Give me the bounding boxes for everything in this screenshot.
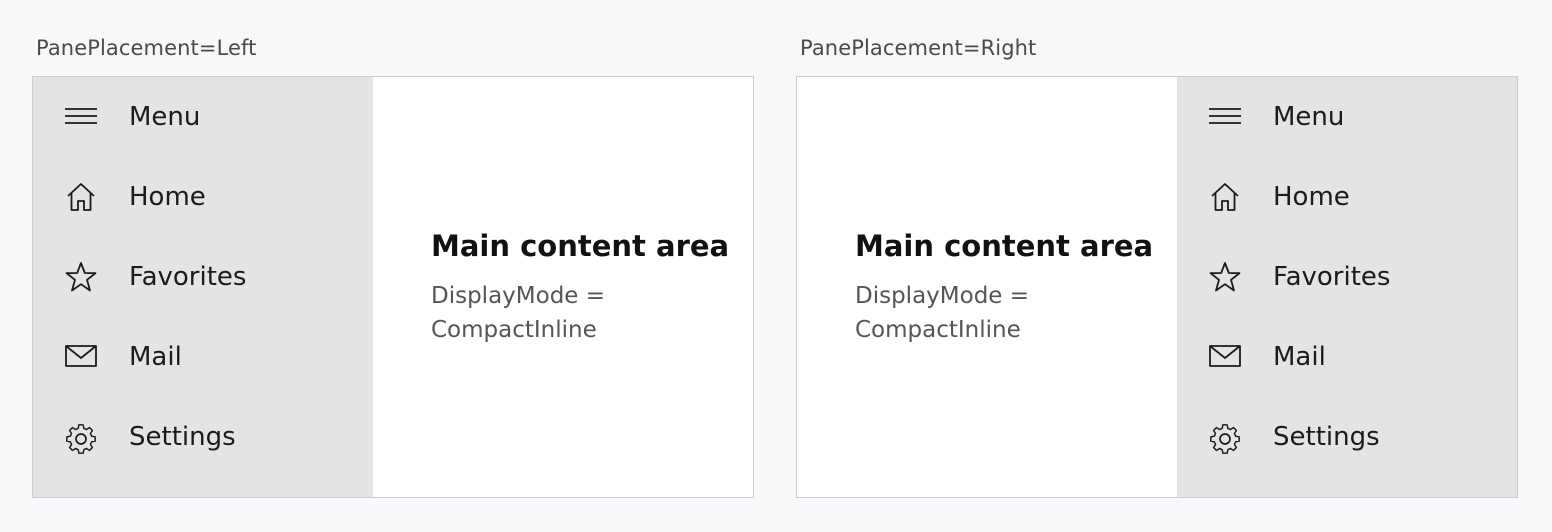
content-title: Main content area (431, 229, 730, 263)
nav-item-menu[interactable]: Menu (1177, 77, 1517, 157)
home-icon (1209, 181, 1241, 213)
mail-icon (65, 341, 97, 373)
gear-icon (65, 421, 97, 454)
navview-left: Menu Home Favorites Mail Settings Main c… (32, 76, 754, 498)
nav-item-mail[interactable]: Mail (33, 317, 373, 397)
hamburger-icon (65, 101, 97, 133)
nav-pane-left: Menu Home Favorites Mail Settings (33, 77, 373, 497)
nav-item-favorites[interactable]: Favorites (1177, 237, 1517, 317)
navview-right: Main content area DisplayMode = CompactI… (796, 76, 1518, 498)
nav-item-label: Home (1273, 182, 1350, 212)
nav-item-label: Menu (1273, 102, 1345, 132)
nav-item-mail[interactable]: Mail (1177, 317, 1517, 397)
star-icon (65, 261, 97, 293)
nav-item-settings[interactable]: Settings (33, 397, 373, 477)
star-icon (1209, 261, 1241, 293)
content-line-2: CompactInline (855, 317, 1021, 343)
nav-item-settings[interactable]: Settings (1177, 397, 1517, 477)
content-line-1: DisplayMode = (431, 283, 606, 309)
content-line-1: DisplayMode = (855, 283, 1030, 309)
nav-item-label: Settings (1273, 422, 1380, 452)
nav-item-label: Mail (129, 342, 182, 372)
caption-right: PanePlacement=Right (800, 36, 1037, 60)
nav-item-label: Menu (129, 102, 201, 132)
nav-item-home[interactable]: Home (1177, 157, 1517, 237)
nav-item-favorites[interactable]: Favorites (33, 237, 373, 317)
nav-item-label: Settings (129, 422, 236, 452)
hamburger-icon (1209, 101, 1241, 133)
nav-item-label: Home (129, 182, 206, 212)
nav-item-home[interactable]: Home (33, 157, 373, 237)
home-icon (65, 181, 97, 213)
caption-left: PanePlacement=Left (36, 36, 257, 60)
nav-item-label: Mail (1273, 342, 1326, 372)
nav-pane-right: Menu Home Favorites Mail Settings (1177, 77, 1517, 497)
nav-item-menu[interactable]: Menu (33, 77, 373, 157)
mail-icon (1209, 341, 1241, 373)
main-content-right: Main content area DisplayMode = CompactI… (797, 77, 1177, 497)
nav-item-label: Favorites (1273, 262, 1391, 292)
main-content-left: Main content area DisplayMode = CompactI… (373, 77, 753, 497)
content-title: Main content area (855, 229, 1154, 263)
gear-icon (1209, 421, 1241, 454)
content-line-2: CompactInline (431, 317, 597, 343)
nav-item-label: Favorites (129, 262, 247, 292)
